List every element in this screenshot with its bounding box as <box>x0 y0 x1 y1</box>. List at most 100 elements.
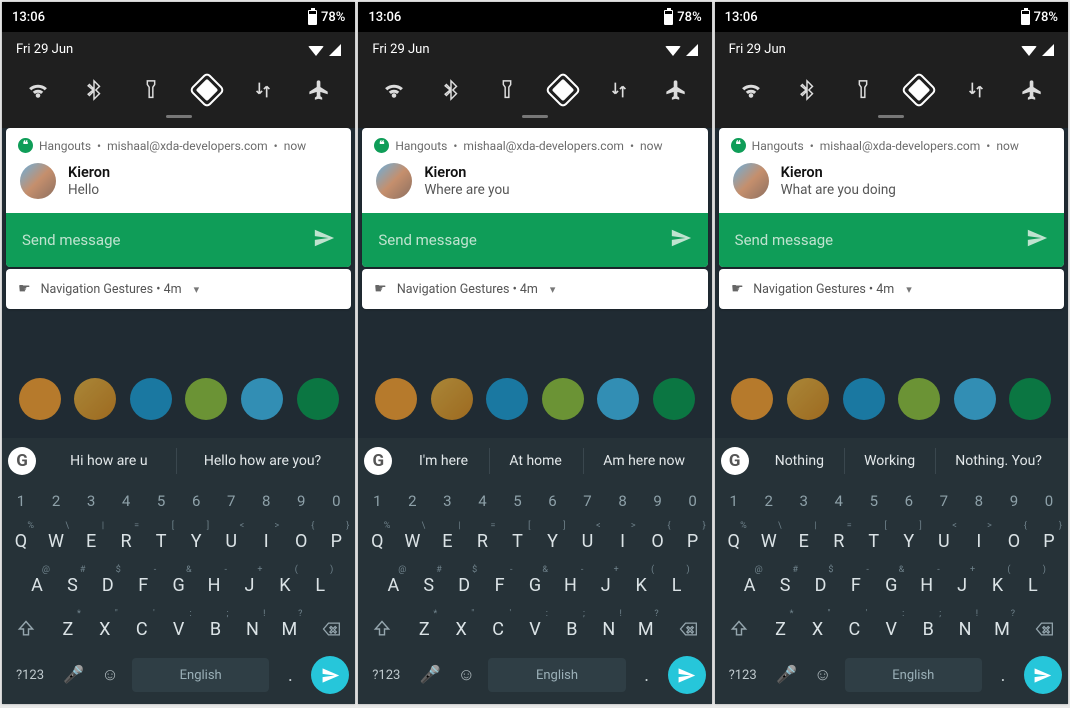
suggestion[interactable]: Am here now <box>583 438 706 484</box>
backspace-key[interactable] <box>668 610 708 648</box>
enter-key[interactable] <box>668 656 706 694</box>
letter-key[interactable]: =R <box>467 522 497 560</box>
symbols-key[interactable]: ?123 <box>364 668 408 683</box>
letter-key[interactable]: +J <box>591 566 621 604</box>
letter-key[interactable]: @A <box>378 566 408 604</box>
letter-key[interactable]: ]Y <box>537 522 567 560</box>
period-key[interactable]: . <box>277 665 303 686</box>
number-key[interactable]: 6 <box>181 488 211 514</box>
letter-key[interactable]: @A <box>22 566 52 604</box>
number-key[interactable]: 8 <box>964 488 994 514</box>
number-key[interactable]: 5 <box>859 488 889 514</box>
send-icon[interactable] <box>670 227 692 253</box>
letter-key[interactable]: {O <box>286 522 316 560</box>
collapsed-notification[interactable]: ☚ Navigation Gestures • 4m ▾ <box>719 269 1064 309</box>
symbols-key[interactable]: ?123 <box>721 668 765 683</box>
number-key[interactable]: 4 <box>824 488 854 514</box>
letter-key[interactable]: (K <box>270 566 300 604</box>
letter-key[interactable]: (K <box>983 566 1013 604</box>
letter-key[interactable]: {O <box>999 522 1029 560</box>
number-key[interactable]: 2 <box>41 488 71 514</box>
letter-key[interactable]: $D <box>93 566 123 604</box>
letter-key[interactable]: %Q <box>6 522 36 560</box>
number-key[interactable]: 9 <box>286 488 316 514</box>
number-key[interactable]: 4 <box>111 488 141 514</box>
letter-key[interactable]: ?M <box>274 610 304 648</box>
letter-key[interactable]: )L <box>662 566 692 604</box>
letter-key[interactable]: &G <box>876 566 906 604</box>
collapsed-notification[interactable]: ☚ Navigation Gestures • 4m ▾ <box>362 269 707 309</box>
letter-key[interactable]: [T <box>146 522 176 560</box>
enter-key[interactable] <box>1024 656 1062 694</box>
spacebar[interactable]: English <box>132 658 269 692</box>
number-key[interactable]: 5 <box>502 488 532 514</box>
letter-key[interactable]: ;B <box>557 610 587 648</box>
period-key[interactable]: . <box>634 665 660 686</box>
auto-rotate-icon[interactable] <box>899 73 939 107</box>
letter-key[interactable]: >I <box>964 522 994 560</box>
letter-key[interactable]: 'C <box>839 610 869 648</box>
number-key[interactable]: 5 <box>146 488 176 514</box>
airplane-mode-icon[interactable] <box>299 73 339 107</box>
number-key[interactable]: 0 <box>321 488 351 514</box>
suggestion[interactable]: Hi how are u <box>42 438 176 484</box>
letter-key[interactable]: "X <box>802 610 832 648</box>
letter-key[interactable]: 'C <box>127 610 157 648</box>
airplane-mode-icon[interactable] <box>656 73 696 107</box>
airplane-mode-icon[interactable] <box>1012 73 1052 107</box>
letter-key[interactable]: @A <box>735 566 765 604</box>
suggestion[interactable]: At home <box>489 438 583 484</box>
number-key[interactable]: 3 <box>432 488 462 514</box>
number-key[interactable]: 3 <box>789 488 819 514</box>
suggestion[interactable]: Working <box>844 438 935 484</box>
suggestion[interactable]: Hello how are you? <box>176 438 350 484</box>
letter-key[interactable]: :V <box>520 610 550 648</box>
letter-key[interactable]: $D <box>805 566 835 604</box>
mobile-data-icon[interactable] <box>243 73 283 107</box>
letter-key[interactable]: \W <box>754 522 784 560</box>
letter-key[interactable]: !N <box>594 610 624 648</box>
suggestion[interactable]: Nothing. You? <box>935 438 1062 484</box>
letter-key[interactable]: :V <box>164 610 194 648</box>
letter-key[interactable]: ;B <box>913 610 943 648</box>
shift-key[interactable] <box>6 610 46 648</box>
google-icon[interactable]: G <box>8 447 36 475</box>
reply-input-bar[interactable]: Send message <box>719 213 1064 267</box>
spacebar[interactable]: English <box>845 658 982 692</box>
letter-key[interactable]: }P <box>678 522 708 560</box>
number-key[interactable]: 9 <box>999 488 1029 514</box>
letter-key[interactable]: )L <box>305 566 335 604</box>
mobile-data-icon[interactable] <box>956 73 996 107</box>
letter-key[interactable]: \W <box>397 522 427 560</box>
reply-input-bar[interactable]: Send message <box>6 213 351 267</box>
letter-key[interactable]: !N <box>237 610 267 648</box>
letter-key[interactable]: $D <box>449 566 479 604</box>
bluetooth-icon[interactable] <box>431 73 471 107</box>
emoji-icon[interactable]: ☺ <box>96 665 124 685</box>
flashlight-icon[interactable] <box>843 73 883 107</box>
letter-key[interactable]: >I <box>608 522 638 560</box>
letter-key[interactable]: =R <box>111 522 141 560</box>
suggestion[interactable]: I'm here <box>398 438 488 484</box>
wifi-icon[interactable] <box>731 73 771 107</box>
number-key[interactable]: 8 <box>251 488 281 514</box>
number-key[interactable]: 3 <box>76 488 106 514</box>
flashlight-icon[interactable] <box>131 73 171 107</box>
wifi-icon[interactable] <box>18 73 58 107</box>
letter-key[interactable]: #S <box>414 566 444 604</box>
notification-card[interactable]: ❝ Hangouts • mishaal@xda-developers.com … <box>719 128 1064 267</box>
mobile-data-icon[interactable] <box>599 73 639 107</box>
letter-key[interactable]: ]Y <box>894 522 924 560</box>
letter-key[interactable]: }P <box>1034 522 1064 560</box>
letter-key[interactable]: <U <box>573 522 603 560</box>
period-key[interactable]: . <box>990 665 1016 686</box>
shift-key[interactable] <box>362 610 402 648</box>
number-key[interactable]: 9 <box>643 488 673 514</box>
letter-key[interactable]: "X <box>90 610 120 648</box>
letter-key[interactable]: %Q <box>362 522 392 560</box>
letter-key[interactable]: <U <box>929 522 959 560</box>
google-icon[interactable]: G <box>721 447 749 475</box>
letter-key[interactable]: +J <box>234 566 264 604</box>
letter-key[interactable]: *Z <box>53 610 83 648</box>
auto-rotate-icon[interactable] <box>543 73 583 107</box>
